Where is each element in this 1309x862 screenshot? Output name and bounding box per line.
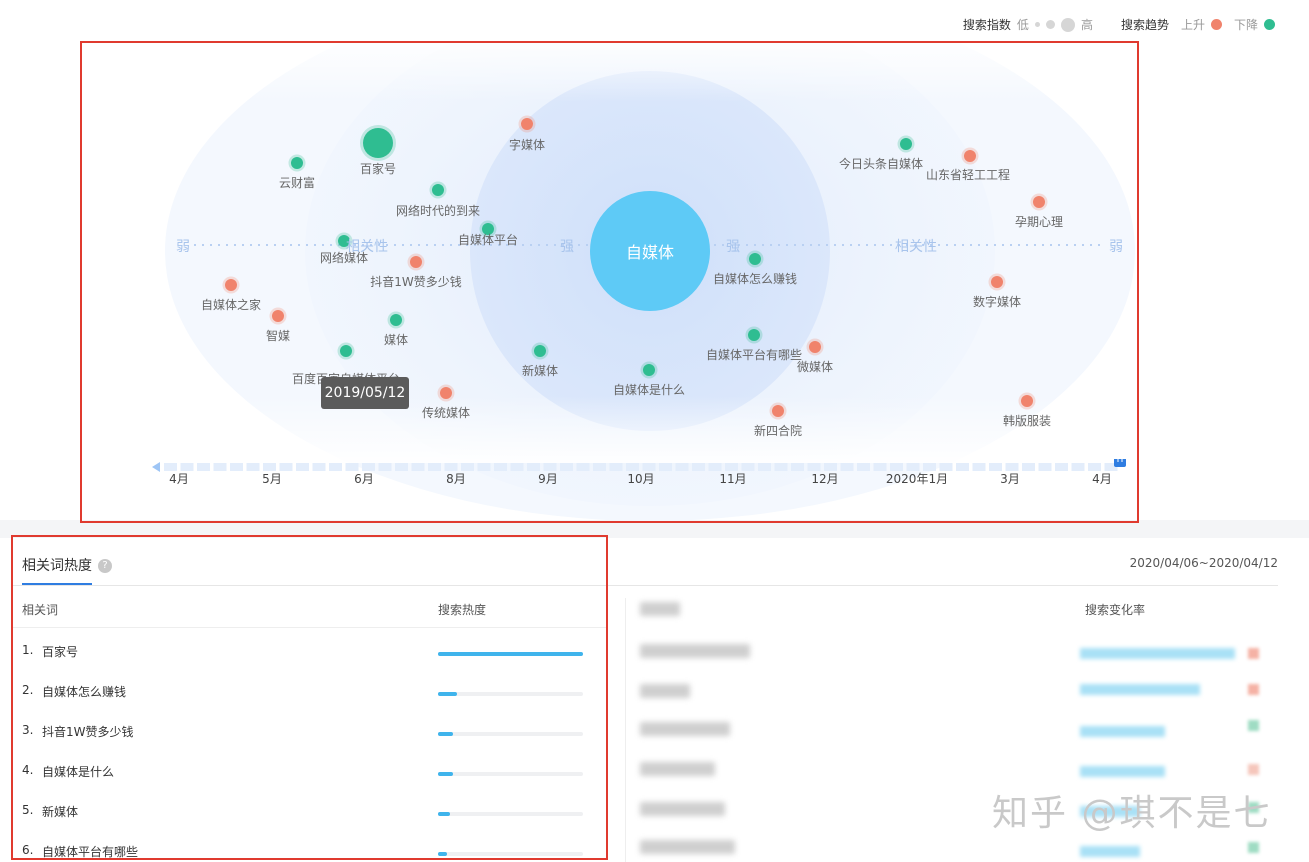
legend-high: 高 xyxy=(1080,18,1093,32)
watermark: 知乎 @琪不是七 xyxy=(992,793,1272,834)
col-head-change: 搜索变化率 xyxy=(1085,603,1146,617)
date-range: 2020/04/06~2020/04/12 xyxy=(1129,556,1278,570)
legend-index-label: 搜索指数 xyxy=(962,18,1011,32)
legend-low: 低 xyxy=(1016,18,1029,32)
legend-up-dot xyxy=(1210,19,1222,30)
legend-trend-label: 搜索趋势 xyxy=(1120,18,1169,32)
legend-dot-large xyxy=(1060,17,1075,32)
legend-up: 上升 xyxy=(1180,18,1205,32)
highlight-box-related xyxy=(11,535,608,860)
legend-dot-small xyxy=(1034,22,1040,27)
highlight-box-radar xyxy=(80,41,1139,523)
legend-down: 下降 xyxy=(1233,18,1258,32)
legend: 搜索指数 低 高 搜索趋势 上升 下降 xyxy=(963,16,1275,33)
legend-dot-medium xyxy=(1045,20,1055,29)
legend-down-dot xyxy=(1264,19,1275,30)
